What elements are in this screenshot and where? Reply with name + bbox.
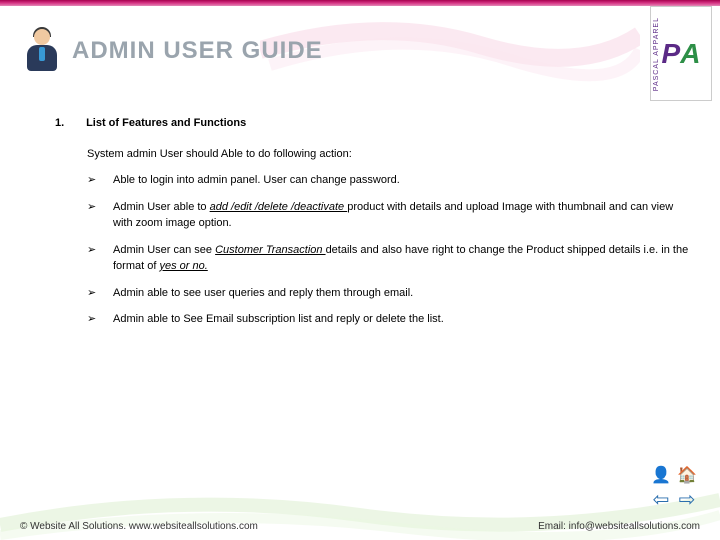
page-footer: © Website All Solutions. www.websitealls… <box>0 521 720 532</box>
list-item: Admin User can see Customer Transaction … <box>87 242 690 275</box>
top-border <box>0 0 720 6</box>
bullet-text-underline2: yes or no. <box>159 260 207 272</box>
prev-arrow-icon[interactable]: ⇦ <box>650 488 672 510</box>
section-heading: 1. List of Features and Functions <box>55 115 690 132</box>
list-item: Admin able to See Email subscription lis… <box>87 311 690 328</box>
page-header: ADMIN USER GUIDE <box>22 25 323 77</box>
home-icon[interactable]: 🏠 <box>676 464 698 486</box>
list-item: Admin User able to add /edit /delete /de… <box>87 199 690 232</box>
person-icon[interactable]: 👤 <box>650 464 672 486</box>
brand-label: PASCAL APPAREL <box>653 17 660 91</box>
bullet-text-underline: Customer Transaction <box>215 244 325 256</box>
nav-icon-group: 👤 ⇦ 🏠 ⇨ <box>650 464 698 510</box>
main-content: 1. List of Features and Functions System… <box>55 115 690 338</box>
bullet-text-pre: Admin User can see <box>113 244 215 256</box>
footer-left: © Website All Solutions. www.websitealls… <box>20 521 258 532</box>
brand-logo: PASCAL APPAREL P A <box>650 6 712 101</box>
bullet-text-underline: add /edit /delete /deactivate <box>210 201 348 213</box>
logo-letter-a: A <box>680 41 700 66</box>
bullet-text: Admin able to see user queries and reply… <box>113 287 413 299</box>
bullet-text: Admin able to See Email subscription lis… <box>113 313 444 325</box>
list-item: Admin able to see user queries and reply… <box>87 285 690 302</box>
admin-avatar-icon <box>22 25 62 77</box>
list-item: Able to login into admin panel. User can… <box>87 172 690 189</box>
section-number: 1. <box>55 115 83 132</box>
logo-letter-p: P <box>662 41 681 66</box>
section-intro: System admin User should Able to do foll… <box>87 146 690 163</box>
bullet-text-pre: Admin User able to <box>113 201 210 213</box>
bullet-text: Able to login into admin panel. User can… <box>113 174 400 186</box>
footer-right: Email: info@websiteallsolutions.com <box>538 521 700 532</box>
page-title: ADMIN USER GUIDE <box>72 37 323 65</box>
next-arrow-icon[interactable]: ⇨ <box>676 488 698 510</box>
section-title: List of Features and Functions <box>86 117 246 129</box>
